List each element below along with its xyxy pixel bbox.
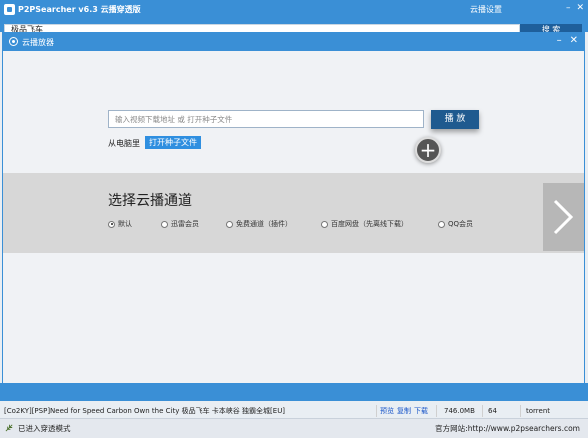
open-torrent-button[interactable]: 打开种子文件 bbox=[145, 136, 201, 149]
channel-label: QQ会员 bbox=[448, 220, 474, 228]
channel-label: 免费通道（插件） bbox=[236, 220, 292, 228]
results-header bbox=[0, 383, 588, 401]
cloud-player-icon bbox=[9, 37, 18, 46]
app-title: P2PSearcher v6.3 云播穿透版 bbox=[18, 5, 141, 14]
preview-link[interactable]: 预览 bbox=[380, 405, 394, 417]
video-url-input[interactable]: 输入视频下载地址 或 打开种子文件 bbox=[108, 110, 424, 128]
channel-panel: 选择云播通道 默认 迅雷会员 免费通道（插件） 百度网盘（先离线下载） QQ会员 bbox=[3, 173, 584, 253]
column-divider bbox=[520, 405, 521, 417]
chevron-right-icon bbox=[553, 199, 574, 235]
column-divider bbox=[436, 405, 437, 417]
dialog-title: 云播放器 bbox=[22, 38, 54, 47]
status-bar: 已进入穿透模式 官方网站:http://www.p2psearchers.com bbox=[0, 418, 588, 438]
radio-icon[interactable] bbox=[108, 220, 115, 228]
radio-icon[interactable] bbox=[226, 220, 233, 228]
channel-label: 默认 bbox=[118, 220, 132, 228]
app-logo-icon bbox=[4, 4, 15, 15]
radio-icon[interactable] bbox=[161, 220, 168, 228]
from-pc-label: 从电脑里 bbox=[108, 139, 140, 148]
dialog-window-controls: – ✕ bbox=[557, 35, 578, 46]
result-type: torrent bbox=[526, 407, 550, 415]
close-icon[interactable]: ✕ bbox=[570, 35, 578, 46]
main-titlebar: P2PSearcher v6.3 云播穿透版 云播设置 – ✕ bbox=[0, 0, 588, 20]
official-site-link[interactable]: 官方网站:http://www.p2psearchers.com bbox=[435, 423, 580, 434]
column-divider bbox=[482, 405, 483, 417]
cloud-player-dialog: 云播放器 – ✕ 输入视频下载地址 或 打开种子文件 播 放 从电脑里 打开种子… bbox=[2, 32, 585, 384]
status-message: 已进入穿透模式 bbox=[18, 424, 71, 433]
copy-link[interactable]: 复制 bbox=[397, 405, 411, 417]
channel-option-qq[interactable]: QQ会员 bbox=[438, 219, 473, 229]
channel-option-baidu[interactable]: 百度网盘（先离线下载） bbox=[321, 219, 408, 229]
radio-icon[interactable] bbox=[321, 220, 328, 228]
result-seeds: 64 bbox=[488, 407, 497, 415]
channel-option-free[interactable]: 免费通道（插件） bbox=[226, 219, 292, 229]
radio-icon[interactable] bbox=[438, 220, 445, 228]
channel-radio-group: 默认 迅雷会员 免费通道（插件） 百度网盘（先离线下载） QQ会员 bbox=[108, 219, 508, 231]
minimize-icon[interactable]: – bbox=[557, 35, 562, 46]
next-page-button[interactable] bbox=[543, 183, 584, 251]
minimize-icon[interactable]: – bbox=[566, 3, 571, 13]
download-link[interactable]: 下载 bbox=[414, 405, 428, 417]
result-size: 746.0MB bbox=[444, 407, 475, 415]
channel-label: 迅雷会员 bbox=[171, 220, 199, 228]
channel-label: 百度网盘（先离线下载） bbox=[331, 220, 408, 228]
leaf-icon bbox=[5, 424, 13, 432]
close-icon[interactable]: ✕ bbox=[576, 3, 584, 13]
table-row[interactable]: [Co2KY][PSP]Need for Speed Carbon Own th… bbox=[0, 405, 588, 417]
play-button[interactable]: 播 放 bbox=[431, 110, 479, 129]
dialog-titlebar: 云播放器 – ✕ bbox=[3, 33, 584, 51]
main-window-controls: – ✕ bbox=[566, 3, 584, 13]
channel-option-xunlei[interactable]: 迅雷会员 bbox=[161, 219, 199, 229]
cloud-settings-link[interactable]: 云播设置 bbox=[470, 4, 502, 15]
result-actions: 预览 复制 下载 bbox=[380, 405, 428, 417]
add-icon[interactable]: + bbox=[415, 137, 441, 163]
channel-option-default[interactable]: 默认 bbox=[108, 219, 132, 229]
result-name: [Co2KY][PSP]Need for Speed Carbon Own th… bbox=[4, 407, 286, 415]
column-divider bbox=[376, 405, 377, 417]
channel-title: 选择云播通道 bbox=[108, 193, 192, 209]
